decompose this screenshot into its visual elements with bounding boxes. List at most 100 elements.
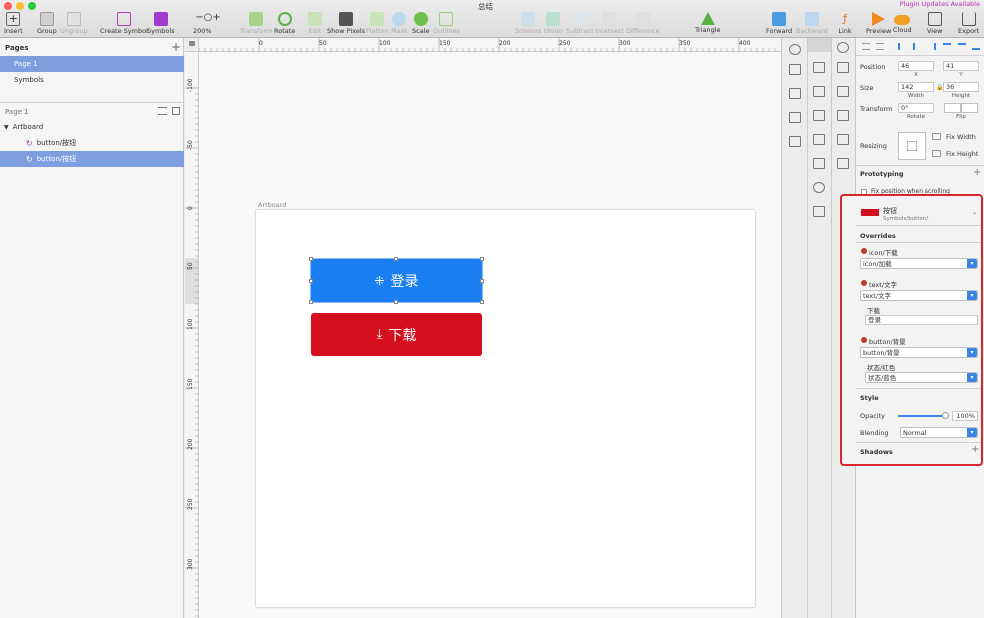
page-item-page-1[interactable]: Page 1 — [0, 56, 184, 72]
align-left-icon[interactable] — [898, 43, 906, 50]
show-pixels-button[interactable]: Show Pixels — [327, 12, 365, 36]
close-window-button[interactable] — [4, 2, 12, 10]
minimize-window-button[interactable] — [16, 2, 24, 10]
rotate-field[interactable]: 0° — [898, 103, 934, 113]
frame-icon[interactable] — [813, 206, 825, 217]
list-icon[interactable] — [789, 88, 801, 99]
rotate-button[interactable]: Rotate — [274, 12, 295, 36]
login-button[interactable]: ⁜ 登录 — [310, 258, 483, 303]
outlines-button[interactable]: Outlines — [433, 12, 460, 36]
layer-item[interactable]: ↻ button/按钮 — [0, 135, 184, 151]
symbols-button[interactable]: Symbols — [147, 12, 175, 36]
triangle-button[interactable]: Triangle — [695, 12, 721, 36]
resize-handle[interactable] — [394, 300, 398, 304]
width-field[interactable]: 142 — [898, 82, 934, 92]
layer-item-selected[interactable]: ↻ button/按钮 — [0, 151, 184, 167]
override-icon-select[interactable]: icon/加载 ▾ — [860, 258, 978, 269]
distribute-v-icon[interactable] — [876, 43, 884, 50]
align-middle-icon[interactable] — [958, 43, 966, 50]
scale-button[interactable]: Scale — [412, 12, 430, 36]
resize-handle[interactable] — [309, 279, 313, 283]
preview-button[interactable]: Preview — [866, 12, 891, 36]
layers-collapse-icon[interactable] — [172, 107, 180, 115]
union-button[interactable]: Union — [544, 12, 563, 36]
fix-height-checkbox[interactable] — [932, 150, 941, 157]
share-icon[interactable] — [837, 62, 849, 73]
lock-icon[interactable] — [189, 41, 195, 46]
export-button[interactable]: Export — [958, 12, 979, 36]
resize-handle[interactable] — [309, 257, 313, 261]
mask-button[interactable]: Mask — [391, 12, 408, 36]
intersect-button[interactable]: Intersect — [595, 12, 624, 36]
align-right-icon[interactable] — [928, 43, 936, 50]
strip-tab-active[interactable] — [808, 38, 831, 52]
page-icon[interactable] — [789, 64, 801, 75]
table-icon[interactable] — [837, 86, 849, 97]
duplicate-icon[interactable] — [813, 86, 825, 97]
mirror-icon[interactable] — [837, 110, 849, 121]
cloud-button[interactable]: Cloud — [893, 12, 912, 36]
transform-button[interactable]: Transform — [240, 12, 272, 36]
resize-handle[interactable] — [480, 257, 484, 261]
disclosure-triangle-icon[interactable]: ▼ — [4, 124, 9, 131]
add-page-button[interactable]: + — [171, 40, 181, 54]
distribute-h-icon[interactable] — [862, 43, 870, 50]
image-add-icon[interactable] — [837, 158, 849, 169]
settings-icon[interactable] — [789, 44, 801, 55]
add-shadow-button[interactable]: + — [971, 444, 979, 455]
download-button[interactable]: ⤓ 下载 — [311, 313, 482, 356]
resizing-constraints-widget[interactable] — [898, 132, 926, 160]
flip-vertical-button[interactable] — [961, 103, 978, 113]
resize-handle[interactable] — [394, 257, 398, 261]
view-button[interactable]: View — [927, 12, 942, 36]
zoom-window-button[interactable] — [28, 2, 36, 10]
ungroup-button[interactable]: Ungroup — [60, 12, 88, 36]
override-background-select[interactable]: button/背景 ▾ — [860, 347, 978, 358]
zoom-button[interactable]: −○+ 200% — [193, 12, 221, 36]
color-grid-icon[interactable] — [789, 112, 801, 123]
subtract-button[interactable]: Subtract — [566, 12, 594, 36]
override-text-field[interactable]: 登录 — [865, 315, 978, 325]
opacity-slider[interactable] — [898, 412, 949, 419]
position-y-field[interactable]: 41 — [943, 61, 979, 71]
layers-list-icon[interactable] — [158, 107, 167, 115]
link-button[interactable]: ƒ Link — [838, 12, 852, 36]
artboard-label[interactable]: Artboard — [258, 201, 286, 209]
blending-select[interactable]: Normal ▾ — [900, 427, 978, 438]
forward-button[interactable]: Forward — [766, 12, 792, 36]
plugin-updates-link[interactable]: Plugin Updates Available — [900, 0, 980, 8]
code-icon[interactable] — [837, 42, 849, 53]
position-x-field[interactable]: 46 — [898, 61, 934, 71]
chevron-down-icon[interactable]: ⌄ — [972, 209, 977, 216]
flip-horizontal-button[interactable] — [944, 103, 961, 113]
fix-width-checkbox[interactable] — [932, 133, 941, 140]
flatten-button[interactable]: Flatten — [366, 12, 389, 36]
create-symbol-button[interactable]: Create Symbol — [100, 12, 148, 36]
opacity-field[interactable]: 100% — [952, 411, 978, 421]
group-button[interactable]: Group — [37, 12, 57, 36]
resize-icon[interactable] — [837, 134, 849, 145]
difference-button[interactable]: Difference — [626, 12, 660, 36]
opacity-slider-knob[interactable] — [942, 412, 949, 419]
backward-button[interactable]: Backward — [796, 12, 828, 36]
resize-handle[interactable] — [480, 279, 484, 283]
override-state-select[interactable]: 状态/蓝色 ▾ — [865, 372, 978, 383]
page-item-symbols[interactable]: Symbols — [0, 72, 184, 88]
upload-icon[interactable] — [813, 62, 825, 73]
insert-button[interactable]: + Insert — [4, 12, 23, 36]
edit-button[interactable]: Edit — [308, 12, 322, 36]
add-prototyping-icon[interactable]: + — [973, 167, 981, 178]
layout-icon[interactable] — [813, 134, 825, 145]
override-text-select[interactable]: text/文字 ▾ — [860, 290, 978, 301]
height-field[interactable]: 36 — [943, 82, 979, 92]
align-bottom-icon[interactable] — [972, 43, 980, 50]
scissors-button[interactable]: Scissors — [515, 12, 541, 36]
resize-handle[interactable] — [480, 300, 484, 304]
list-icon[interactable] — [813, 110, 825, 121]
artboard-layer[interactable]: ▼ Artboard — [0, 119, 184, 135]
align-center-icon[interactable] — [913, 43, 921, 50]
align-top-icon[interactable] — [943, 43, 951, 50]
camera-icon[interactable] — [813, 158, 825, 169]
resize-handle[interactable] — [309, 300, 313, 304]
grid-icon[interactable] — [789, 136, 801, 147]
